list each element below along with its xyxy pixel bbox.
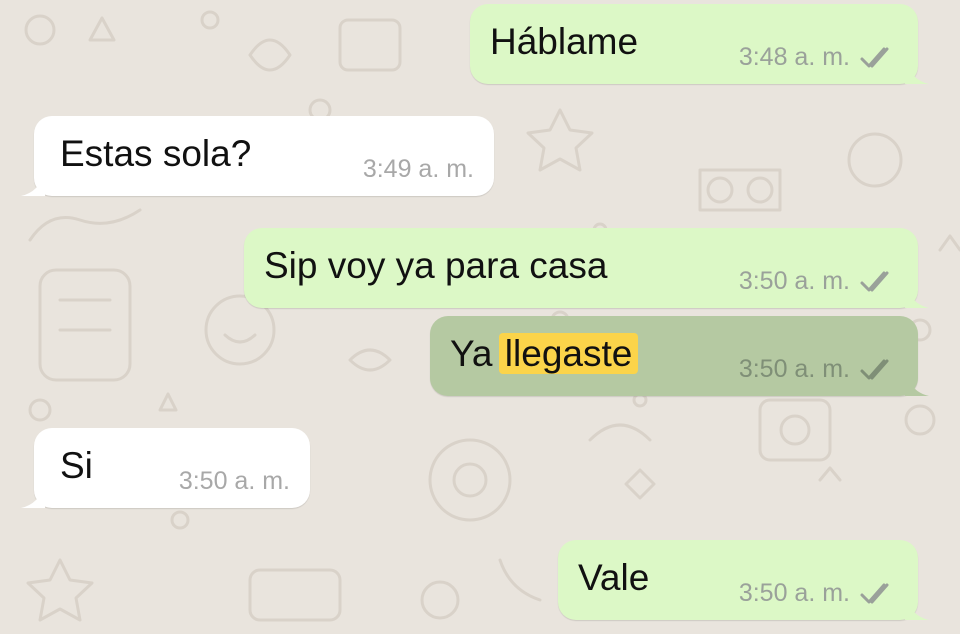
bubble-tail	[905, 372, 929, 396]
read-ticks-icon	[860, 359, 889, 379]
message-bubble-incoming[interactable]: Si 3:50 a. m.	[21, 428, 310, 508]
message-text: Ya llegaste	[450, 332, 639, 376]
message-bubble-incoming[interactable]: Estas sola? 3:49 a. m.	[21, 116, 494, 196]
message-bubble-outgoing[interactable]: Háblame 3:48 a. m.	[470, 4, 929, 84]
bubble-tail	[21, 172, 45, 196]
message-bubble-outgoing[interactable]: Vale 3:50 a. m.	[558, 540, 929, 620]
message-text: Estas sola?	[60, 133, 252, 174]
search-match-highlight: llegaste	[498, 333, 639, 374]
message-text: Sip voy ya para casa	[264, 245, 608, 286]
message-meta: 3:50 a. m.	[179, 467, 290, 496]
message-meta: 3:50 a. m.	[739, 355, 898, 384]
message-text: Vale	[578, 557, 650, 598]
message-text: Háblame	[490, 21, 639, 62]
message-time: 3:48 a. m.	[738, 43, 850, 71]
bubble-tail	[21, 484, 45, 508]
message-time: 3:49 a. m.	[362, 155, 474, 183]
message-text: Si	[60, 445, 93, 486]
bubble-tail	[905, 596, 929, 620]
bubble-tail	[905, 60, 929, 84]
message-meta: 3:50 a. m.	[739, 267, 898, 296]
message-meta: 3:50 a. m.	[739, 579, 898, 608]
message-bubble-outgoing-selected[interactable]: Ya llegaste 3:50 a. m.	[430, 316, 929, 396]
chat-conversation: Háblame 3:48 a. m. Estas sola? 3:49 a. m…	[0, 0, 960, 634]
read-ticks-icon	[860, 47, 889, 67]
message-time: 3:50 a. m.	[738, 355, 850, 383]
message-time: 3:50 a. m.	[178, 467, 290, 495]
message-meta: 3:49 a. m.	[363, 155, 474, 184]
message-time: 3:50 a. m.	[738, 267, 850, 295]
bubble-tail	[905, 284, 929, 308]
message-time: 3:50 a. m.	[738, 579, 850, 607]
message-bubble-outgoing[interactable]: Sip voy ya para casa 3:50 a. m.	[244, 228, 929, 308]
read-ticks-icon	[860, 583, 889, 603]
read-ticks-icon	[860, 271, 889, 291]
message-text-plain: Ya	[450, 333, 493, 374]
message-meta: 3:48 a. m.	[739, 43, 898, 72]
